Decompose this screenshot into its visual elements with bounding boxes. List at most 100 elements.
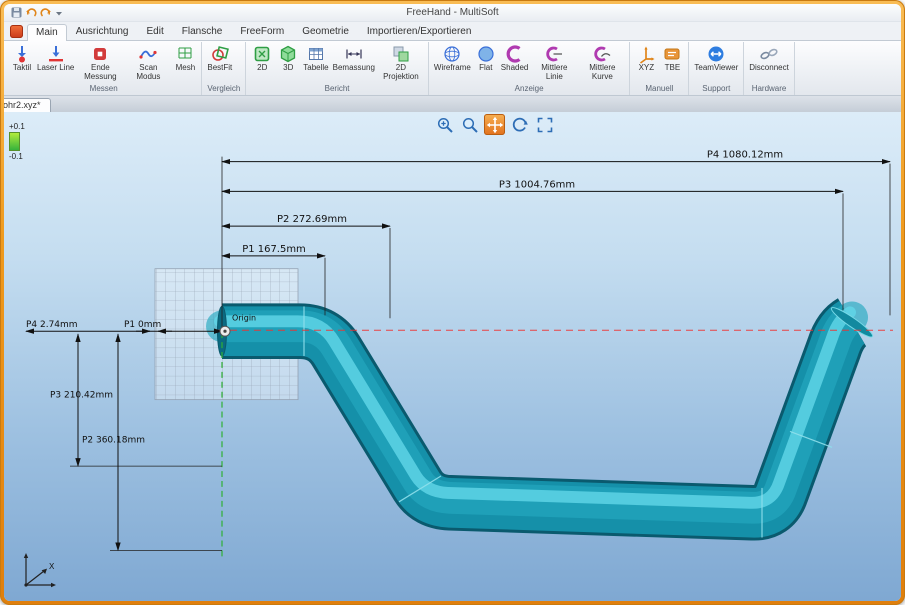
pipe-model[interactable]	[218, 304, 876, 537]
zoom-icon	[461, 116, 479, 134]
ribbon: Taktil Laser Line Ende Messung Scan Modu…	[4, 40, 901, 96]
pan-icon	[486, 116, 504, 134]
app-window: FreeHand - MultiSoft Main Ausrichtung Ed…	[0, 0, 905, 605]
dim-label-p2-top: P2 272.69mm	[277, 214, 347, 225]
center-line-icon	[544, 44, 564, 64]
dim-label-p3-top: P3 1004.76mm	[499, 179, 575, 190]
dim-label-p1-left: P1 0mm	[124, 320, 161, 330]
zoom-window-icon	[436, 116, 454, 134]
disconnect-button[interactable]: Disconnect	[747, 43, 791, 74]
probe-icon	[12, 44, 32, 64]
shaded-button[interactable]: Shaded	[499, 43, 531, 74]
teamviewer-button[interactable]: TeamViewer	[692, 43, 740, 74]
tab-flansche[interactable]: Flansche	[173, 23, 232, 40]
window-title: FreeHand - MultiSoft	[4, 7, 901, 18]
tab-main[interactable]: Main	[27, 24, 67, 41]
shaded-icon	[505, 44, 525, 64]
view-toolbar	[434, 114, 555, 135]
dim-label-p3-left: P3 210.42mm	[50, 391, 113, 401]
bestfit-icon	[210, 44, 230, 64]
scene-canvas: P4 1080.12mm P3 1004.76mm P2 272.69mm P1…	[4, 112, 901, 601]
rotate-tool[interactable]	[509, 114, 530, 135]
redo-icon[interactable]	[40, 7, 52, 18]
ribbon-group-messen: Taktil Laser Line Ende Messung Scan Modu…	[6, 42, 202, 95]
group-label-bericht: Bericht	[249, 84, 425, 95]
tab-geometrie[interactable]: Geometrie	[293, 23, 358, 40]
group-label-support: Support	[692, 84, 740, 95]
projection-2d-icon	[391, 44, 411, 64]
ribbon-group-anzeige: Wireframe Flat Shaded Mittlere Linie	[429, 42, 630, 95]
app-menu-icon[interactable]	[10, 25, 23, 38]
zoom-tool[interactable]	[459, 114, 480, 135]
report-3d-button[interactable]: 3D	[275, 43, 301, 74]
title-bar: FreeHand - MultiSoft	[4, 4, 901, 22]
center-curve-icon	[592, 44, 612, 64]
flat-button[interactable]: Flat	[473, 43, 499, 74]
scale-min-label: -0.1	[9, 152, 25, 161]
tabelle-button[interactable]: Tabelle	[301, 43, 330, 74]
viewport-3d[interactable]: P4 1080.12mm P3 1004.76mm P2 272.69mm P1…	[4, 112, 901, 601]
taktil-button[interactable]: Taktil	[9, 43, 35, 74]
dim-label-p1-top: P1 167.5mm	[242, 244, 306, 255]
ribbon-group-support: TeamViewer Support	[689, 42, 744, 95]
pan-tool[interactable]	[484, 114, 505, 135]
teamviewer-icon	[706, 44, 726, 64]
table-icon	[306, 44, 326, 64]
axis-x-label: X	[49, 562, 55, 571]
mesh-icon	[175, 44, 195, 64]
group-label-manuell: Manuell	[633, 84, 685, 95]
ribbon-group-hardware: Disconnect Hardware	[744, 42, 795, 95]
flat-icon	[476, 44, 496, 64]
document-tab[interactable]: ohr2.xyz*	[4, 98, 51, 112]
dim-label-p4-left: P4 2.74mm	[26, 320, 78, 330]
bestfit-button[interactable]: BestFit	[205, 43, 234, 74]
document-tab-bar: ohr2.xyz*	[4, 96, 901, 112]
rotate-icon	[511, 116, 529, 134]
ribbon-group-vergleich: BestFit Vergleich	[202, 42, 246, 95]
report-3d-icon	[278, 44, 298, 64]
undo-icon[interactable]	[25, 7, 37, 18]
menu-bar: Main Ausrichtung Edit Flansche FreeForm …	[4, 22, 901, 40]
ribbon-group-manuell: XYZ TBE Manuell	[630, 42, 689, 95]
group-label-vergleich: Vergleich	[205, 84, 242, 95]
end-measure-icon	[90, 44, 110, 64]
mittlere-linie-button[interactable]: Mittlere Linie	[530, 43, 578, 83]
tab-import-export[interactable]: Importieren/Exportieren	[358, 23, 481, 40]
bemassung-button[interactable]: Bemassung	[331, 43, 377, 74]
tab-edit[interactable]: Edit	[138, 23, 173, 40]
zoom-window-tool[interactable]	[434, 114, 455, 135]
deviation-scale: +0.1 -0.1	[9, 122, 25, 161]
wireframe-button[interactable]: Wireframe	[432, 43, 473, 74]
axes-triad: X	[16, 541, 64, 591]
dimension-icon	[344, 44, 364, 64]
tab-freeform[interactable]: FreeForm	[231, 23, 293, 40]
report-2d-icon	[252, 44, 272, 64]
scale-max-label: +0.1	[9, 122, 25, 131]
disconnect-icon	[759, 44, 779, 64]
tbe-icon	[662, 44, 682, 64]
caret-down-icon[interactable]	[55, 9, 63, 17]
mittlere-kurve-button[interactable]: Mittlere Kurve	[578, 43, 626, 83]
ende-messung-button[interactable]: Ende Messung	[76, 43, 124, 83]
projektion-2d-button[interactable]: 2D Projektion	[377, 43, 425, 83]
scan-mode-icon	[138, 44, 158, 64]
group-label-messen: Messen	[9, 84, 198, 95]
fit-view-tool[interactable]	[534, 114, 555, 135]
tab-ausrichtung[interactable]: Ausrichtung	[67, 23, 138, 40]
quick-access-toolbar	[11, 7, 63, 18]
group-label-hardware: Hardware	[747, 84, 791, 95]
fit-view-icon	[536, 116, 554, 134]
scale-bar	[9, 132, 20, 151]
xyz-icon	[636, 44, 656, 64]
laser-line-button[interactable]: Laser Line	[35, 43, 76, 74]
dim-label-p4-top: P4 1080.12mm	[707, 150, 783, 161]
save-icon[interactable]	[11, 7, 22, 18]
scan-modus-button[interactable]: Scan Modus	[124, 43, 172, 83]
dim-label-p2-left: P2 360.18mm	[82, 435, 145, 445]
report-2d-button[interactable]: 2D	[249, 43, 275, 74]
tbe-button[interactable]: TBE	[659, 43, 685, 74]
xyz-button[interactable]: XYZ	[633, 43, 659, 74]
mesh-button[interactable]: Mesh	[172, 43, 198, 74]
wireframe-icon	[442, 44, 462, 64]
laser-icon	[46, 44, 66, 64]
